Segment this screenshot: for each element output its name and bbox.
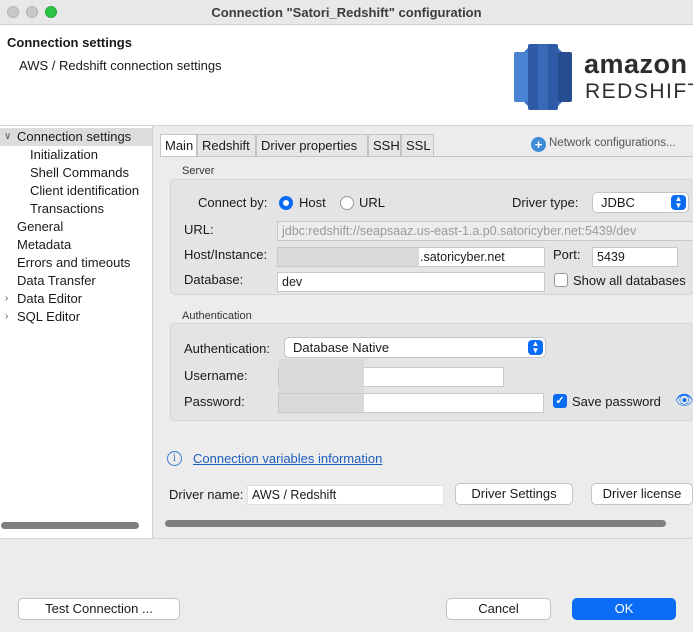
updown-chevron-icon: ▲ ▼: [671, 195, 686, 210]
eye-icon[interactable]: 👁: [675, 391, 693, 409]
authentication-group-label: Authentication: [182, 310, 252, 322]
driver-name-label: Driver name:: [169, 487, 244, 502]
connect-by-host-radio[interactable]: [279, 196, 293, 210]
tree-item-connection-settings[interactable]: ∨ Connection settings: [0, 128, 152, 146]
connect-by-label: Connect by:: [198, 195, 268, 210]
tree-item-metadata[interactable]: Metadata: [17, 236, 71, 254]
server-group: Connect by: Host URL Driver type: JDBC ▲…: [170, 179, 693, 295]
redacted-username-overlay: [279, 359, 364, 397]
authentication-group: Authentication: Database Native ▲ ▼ Usern…: [170, 323, 693, 421]
chevron-down-icon[interactable]: ∨: [4, 128, 11, 146]
tree-item-client-identification[interactable]: Client identification: [30, 182, 139, 200]
connect-by-host-label[interactable]: Host: [299, 195, 326, 210]
server-group-label: Server: [182, 165, 215, 177]
port-field[interactable]: 5439: [592, 247, 678, 267]
show-all-databases-checkbox[interactable]: [554, 273, 568, 287]
chevron-right-icon[interactable]: ›: [5, 290, 8, 308]
tree-item-sql-editor[interactable]: › SQL Editor: [0, 308, 150, 326]
amazon-redshift-logo: amazon REDSHIFT: [512, 42, 693, 110]
driver-type-label: Driver type:: [512, 195, 579, 210]
tree-item-label: Data Editor: [17, 291, 83, 306]
connect-by-url-label[interactable]: URL: [359, 195, 385, 210]
driver-name-field: AWS / Redshift: [247, 485, 444, 505]
window-titlebar: Connection "Satori_Redshift" configurati…: [0, 0, 693, 25]
database-label: Database:: [184, 272, 244, 287]
url-field[interactable]: jdbc:redshift://seapsaaz.us-east-1.a.p0.…: [277, 221, 693, 241]
tree-item-general[interactable]: General: [17, 218, 63, 236]
port-label: Port:: [553, 247, 581, 262]
host-label: Host/Instance:: [184, 247, 268, 262]
tree-item-shell-commands[interactable]: Shell Commands: [30, 164, 129, 182]
driver-settings-button[interactable]: Driver Settings: [455, 483, 573, 505]
tree-item-initialization[interactable]: Initialization: [30, 146, 98, 164]
driver-type-select[interactable]: JDBC ▲ ▼: [592, 192, 689, 213]
main-panel: Main Redshift Driver properties SSH SSL …: [155, 126, 693, 538]
network-configurations-label: Network configurations...: [549, 137, 676, 149]
header-title: Connection settings: [7, 35, 132, 50]
password-label: Password:: [184, 394, 245, 409]
tab-main[interactable]: Main: [160, 134, 197, 156]
tree-item-label: Connection settings: [17, 129, 132, 144]
dialog-header: Connection settings AWS / Redshift conne…: [0, 25, 693, 126]
ok-button[interactable]: OK: [572, 598, 676, 620]
tab-ssl[interactable]: SSL: [401, 134, 434, 156]
header-subtitle: AWS / Redshift connection settings: [19, 58, 222, 73]
settings-tree: ∨ Connection settings Initialization She…: [0, 126, 153, 538]
sidebar-horizontal-scrollbar[interactable]: [1, 522, 139, 529]
tab-driver-properties[interactable]: Driver properties: [256, 134, 368, 156]
tree-item-label: SQL Editor: [17, 309, 81, 324]
test-connection-button[interactable]: Test Connection ...: [18, 598, 180, 620]
tree-item-transactions[interactable]: Transactions: [30, 200, 104, 218]
window-title: Connection "Satori_Redshift" configurati…: [211, 5, 482, 20]
save-password-checkbox[interactable]: ✓: [553, 394, 567, 408]
dialog-footer: Test Connection ... Cancel OK: [0, 538, 693, 632]
redacted-password-overlay: [279, 394, 364, 412]
driver-license-button[interactable]: Driver license: [591, 483, 693, 505]
show-all-databases-label[interactable]: Show all databases: [573, 273, 686, 288]
driver-type-value: JDBC: [601, 195, 635, 210]
redacted-host-overlay: [278, 248, 419, 266]
connect-by-url-radio[interactable]: [340, 196, 354, 210]
plus-icon: +: [531, 137, 546, 152]
main-horizontal-scrollbar[interactable]: [165, 520, 666, 527]
tree-item-data-transfer[interactable]: Data Transfer: [17, 272, 96, 290]
authentication-select[interactable]: Database Native ▲ ▼: [284, 337, 546, 358]
username-label: Username:: [184, 368, 248, 383]
connection-variables-link[interactable]: Connection variables information: [193, 451, 382, 466]
logo-amazon-text: amazon: [584, 49, 688, 79]
updown-chevron-icon: ▲ ▼: [528, 340, 543, 355]
tab-main-content: Server Connect by: Host URL Driver type:…: [160, 156, 693, 528]
logo-redshift-text: REDSHIFT: [585, 80, 693, 103]
authentication-value: Database Native: [293, 340, 390, 355]
network-configurations-link[interactable]: + Network configurations...: [531, 137, 676, 152]
cancel-button[interactable]: Cancel: [446, 598, 551, 620]
url-label: URL:: [184, 222, 214, 237]
tree-item-data-editor[interactable]: › Data Editor: [0, 290, 150, 308]
authentication-label: Authentication:: [184, 341, 271, 356]
tree-item-errors-and-timeouts[interactable]: Errors and timeouts: [17, 254, 130, 272]
info-icon: i: [167, 451, 182, 466]
tab-ssh[interactable]: SSH: [368, 134, 401, 156]
save-password-label[interactable]: Save password: [572, 394, 661, 409]
chevron-right-icon[interactable]: ›: [5, 308, 8, 326]
database-field[interactable]: dev: [277, 272, 545, 292]
redshift-logo-icon: [514, 44, 572, 110]
tab-redshift[interactable]: Redshift: [197, 134, 256, 156]
